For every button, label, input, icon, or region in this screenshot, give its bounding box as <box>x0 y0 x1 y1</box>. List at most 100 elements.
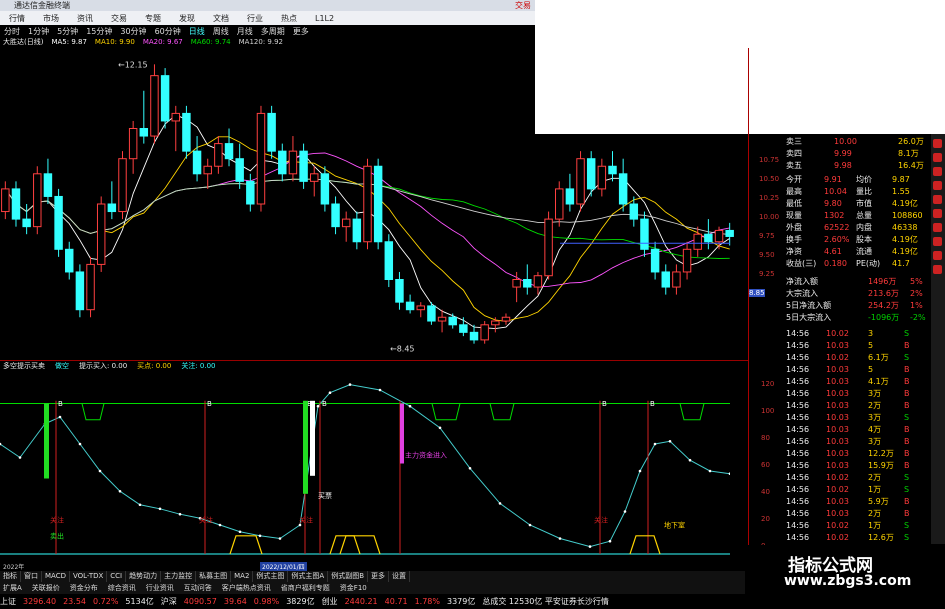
indicator-tab[interactable]: 窗口 <box>21 571 42 582</box>
info-tab[interactable]: 省商户福利专题 <box>278 582 333 594</box>
side-button-icon[interactable] <box>933 265 942 274</box>
stat-value: 62522 <box>824 223 850 232</box>
info-tab[interactable]: 互动问答 <box>181 582 215 594</box>
candle-body <box>469 331 479 341</box>
indicator-tab[interactable]: VOL-TDX <box>70 571 108 582</box>
indicator-tab[interactable]: 主力监控 <box>161 571 197 582</box>
side-button-icon[interactable] <box>933 223 942 232</box>
tick-volume: 3万 <box>868 413 882 422</box>
period-tab[interactable]: 月线 <box>233 26 257 37</box>
price-tick: 9.50 <box>759 251 775 259</box>
info-tab[interactable]: 资金分布 <box>67 582 101 594</box>
tick-side: S <box>904 533 910 542</box>
period-tab[interactable]: 周线 <box>209 26 233 37</box>
side-button-icon[interactable] <box>933 139 942 148</box>
flow-percent: 2% <box>910 289 923 298</box>
upper-zone <box>431 403 461 421</box>
indicator-tab[interactable]: 趋势动力 <box>126 571 162 582</box>
info-tab[interactable]: 关联报价 <box>29 582 63 594</box>
index-name[interactable]: 沪深 <box>161 595 177 609</box>
quote-price: 10.00 <box>834 137 857 146</box>
indicator-tab[interactable]: 指标 <box>0 571 21 582</box>
info-tab[interactable]: 客户端热点资讯 <box>219 582 274 594</box>
side-button-icon[interactable] <box>933 209 942 218</box>
menu-item[interactable]: 市场 <box>34 13 68 24</box>
menu-item[interactable]: 发现 <box>170 13 204 24</box>
indicator-tab[interactable]: 更多 <box>368 571 390 582</box>
quote-volume: 8.1万 <box>898 149 919 158</box>
side-button-icon[interactable] <box>933 251 942 260</box>
period-tab[interactable]: 分时 <box>0 26 24 37</box>
menu-item[interactable]: 资讯 <box>68 13 102 24</box>
candle-body <box>256 112 266 205</box>
side-button-icon[interactable] <box>933 237 942 246</box>
candle-body <box>235 158 244 182</box>
stat-value: 4.19亿 <box>892 199 918 208</box>
side-button-icon[interactable] <box>933 153 942 162</box>
indicator-tab[interactable]: 私募主图 <box>196 571 232 582</box>
quote-row: 净流入额 1496万 5% <box>786 276 931 287</box>
index-change: 39.64 <box>223 597 247 606</box>
period-tab[interactable]: 多周期 <box>257 26 289 37</box>
signal-point <box>258 534 262 538</box>
tick-price: 10.03 <box>826 413 849 422</box>
indicator-tab[interactable]: 例式主图A <box>288 571 329 582</box>
side-button-icon[interactable] <box>933 181 942 190</box>
index-name[interactable]: 创业 <box>322 595 338 609</box>
candle-body <box>661 271 670 288</box>
menu-item[interactable]: 文档 <box>204 13 238 24</box>
period-tab[interactable]: 更多 <box>289 26 313 37</box>
stat-value: 2.60% <box>824 235 850 244</box>
menu-item[interactable]: 专题 <box>136 13 170 24</box>
period-tab[interactable]: 1分钟 <box>24 26 53 37</box>
indicator-chart[interactable]: B B B B B B买票主力资金进入地下室关注 关注 关注 关注卖出 <box>0 372 730 562</box>
tick-price: 10.02 <box>826 485 849 494</box>
quote-panel: 卖三 10.00 26.0万 卖四 9.99 8.1万 卖五 9.98 16.4万 今开 9.91 均… <box>786 134 931 554</box>
quote-row: 14:56 10.03 15.9万 B <box>786 460 931 471</box>
menu-item[interactable]: L1L2 <box>306 14 343 23</box>
trade-link[interactable]: 交易 <box>515 0 531 11</box>
menu-item[interactable]: 行情 <box>0 13 34 24</box>
indicator-tab[interactable]: 例式副图B <box>328 571 369 582</box>
tick-side: S <box>904 473 910 482</box>
tick-side: B <box>904 401 910 410</box>
stat-label: 现量 <box>786 211 802 220</box>
indicator-tab[interactable]: MACD <box>42 571 70 582</box>
tick-volume: 5 <box>868 341 874 350</box>
quote-label: 卖三 <box>786 137 802 146</box>
period-tab[interactable]: 15分钟 <box>82 26 116 37</box>
candle-body <box>437 316 447 322</box>
side-button-icon[interactable] <box>933 167 942 176</box>
stat-label: 今开 <box>786 175 802 184</box>
quote-row: 14:56 10.03 12.2万 B <box>786 448 931 459</box>
period-tab[interactable]: 60分钟 <box>151 26 185 37</box>
period-tab[interactable]: 日线 <box>185 26 209 37</box>
candle-body <box>139 128 149 137</box>
menu-item[interactable]: 热点 <box>272 13 306 24</box>
candle-body <box>86 263 95 311</box>
quote-row: 最低 9.80 市值 4.19亿 <box>786 198 931 209</box>
info-tab[interactable]: 扩展A <box>0 582 25 594</box>
index-name[interactable]: 上证 <box>0 595 16 609</box>
indicator-tab[interactable]: 例式主图 <box>253 571 289 582</box>
price-tick: 10.75 <box>759 156 780 164</box>
menu-item[interactable]: 行业 <box>238 13 272 24</box>
indicator-tab[interactable]: MA2 <box>231 571 254 582</box>
ma-legend-item: MA10: 9.90 <box>94 38 135 46</box>
quote-row: 14:56 10.03 3万 B <box>786 388 931 399</box>
candle-body <box>672 271 681 288</box>
candle-body <box>597 165 607 190</box>
tick-time: 14:56 <box>786 401 810 410</box>
candlestick-chart[interactable]: ←12.15 ←8.45 <box>0 48 748 360</box>
indicator-tab[interactable]: CCI <box>107 571 127 582</box>
candle-body <box>22 218 31 228</box>
indicator-tab[interactable]: 设置 <box>389 571 411 582</box>
candle-body <box>693 233 702 250</box>
period-tab[interactable]: 30分钟 <box>116 26 150 37</box>
info-tab[interactable]: 资金F10 <box>337 582 370 594</box>
info-tab[interactable]: 行业资讯 <box>143 582 177 594</box>
menu-item[interactable]: 交易 <box>102 13 136 24</box>
period-tab[interactable]: 5分钟 <box>53 26 82 37</box>
info-tab[interactable]: 综合资讯 <box>105 582 139 594</box>
side-button-icon[interactable] <box>933 195 942 204</box>
